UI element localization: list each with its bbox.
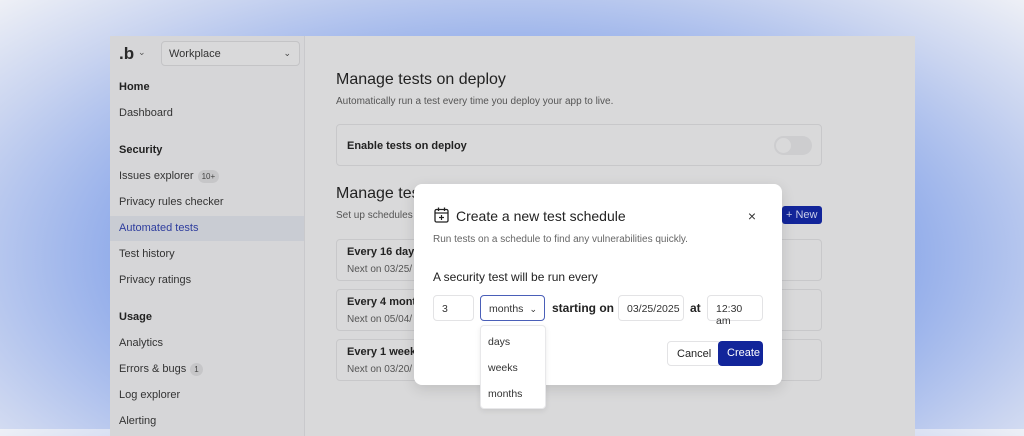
item-label: Automated tests xyxy=(119,222,199,234)
item-label: Test history xyxy=(119,248,175,260)
item-label: Privacy rules checker xyxy=(119,196,224,208)
modal-subtitle: Run tests on a schedule to find any vuln… xyxy=(433,234,688,245)
sidebar-item-dashboard[interactable]: Dashboard xyxy=(110,101,304,126)
time-input[interactable]: 12:30 am xyxy=(707,295,763,327)
section-home: Home xyxy=(119,81,150,93)
count-badge: 10+ xyxy=(197,170,220,183)
section-usage: Usage xyxy=(119,311,153,323)
unit-value: months xyxy=(489,303,524,315)
sidebar: .b ⌄ Workplace ⌄ Home Dashboard Security … xyxy=(110,36,305,436)
schedules-subtitle: Set up schedules xyxy=(336,210,413,221)
deploy-subtitle: Automatically run a test every time you … xyxy=(336,96,614,107)
schedule-next: Next on 05/04/ xyxy=(347,314,413,325)
section-security: Security xyxy=(119,144,163,156)
workspace-select[interactable]: Workplace ⌄ xyxy=(161,41,300,66)
schedule-title: Every 4 month xyxy=(347,296,423,308)
deploy-title: Manage tests on deploy xyxy=(336,71,506,88)
sidebar-item-errors-bugs[interactable]: Errors & bugs 1 xyxy=(110,357,304,382)
unit-select[interactable]: months ⌄ xyxy=(480,295,545,321)
count-badge: 1 xyxy=(190,363,203,376)
sidebar-item-test-history[interactable]: Test history xyxy=(110,242,304,267)
sidebar-item-issues-explorer[interactable]: Issues explorer 10+ xyxy=(110,164,304,189)
toggle-label: Enable tests on deploy xyxy=(347,140,467,152)
option-weeks[interactable]: weeks xyxy=(488,362,518,374)
new-schedule-button[interactable]: + New xyxy=(782,206,822,224)
sidebar-item-automated-tests[interactable]: Automated tests xyxy=(110,216,304,241)
schedule-title: Every 16 days xyxy=(347,246,421,258)
sidebar-item-privacy-ratings[interactable]: Privacy ratings xyxy=(110,268,304,293)
create-button[interactable]: Create xyxy=(718,341,763,366)
modal-title: Create a new test schedule xyxy=(456,208,626,224)
schedules-title: Manage tes xyxy=(336,185,420,202)
unit-dropdown-menu: days weeks months xyxy=(480,325,546,409)
at-label: at xyxy=(690,301,701,315)
calendar-plus-icon xyxy=(434,207,449,223)
item-label: Dashboard xyxy=(119,107,173,119)
item-label: Issues explorer xyxy=(119,170,194,182)
item-label: Errors & bugs xyxy=(119,363,187,375)
schedule-lead-text: A security test will be run every xyxy=(433,270,598,284)
item-label: Privacy ratings xyxy=(119,274,192,286)
close-icon[interactable]: × xyxy=(748,208,756,224)
deploy-toggle-card: Enable tests on deploy xyxy=(336,124,822,166)
schedule-next: Next on 03/25/ xyxy=(347,264,413,275)
sidebar-item-log-explorer[interactable]: Log explorer xyxy=(110,383,304,408)
item-label: Alerting xyxy=(119,415,157,427)
sidebar-item-alerting[interactable]: Alerting xyxy=(110,409,304,434)
sidebar-item-analytics[interactable]: Analytics xyxy=(110,331,304,356)
chevron-down-icon: ⌄ xyxy=(283,48,291,58)
option-months[interactable]: months xyxy=(488,388,522,400)
schedule-next: Next on 03/20/ xyxy=(347,364,413,375)
item-label: Analytics xyxy=(119,337,164,349)
item-label: Log explorer xyxy=(119,389,181,401)
chevron-down-icon: ⌄ xyxy=(529,304,537,314)
cancel-button[interactable]: Cancel xyxy=(667,341,722,366)
starting-on-label: starting on xyxy=(552,301,614,315)
option-days[interactable]: days xyxy=(488,336,510,348)
create-schedule-modal: Create a new test schedule × Run tests o… xyxy=(414,184,782,385)
start-date-input[interactable]: 03/25/2025 xyxy=(618,295,684,321)
interval-input[interactable]: 3 xyxy=(433,295,474,321)
logo[interactable]: .b xyxy=(119,44,134,64)
sidebar-item-privacy-rules-checker[interactable]: Privacy rules checker xyxy=(110,190,304,215)
schedule-title: Every 1 week xyxy=(347,346,417,358)
chevron-down-icon[interactable]: ⌄ xyxy=(138,47,146,58)
enable-deploy-toggle[interactable] xyxy=(774,136,812,155)
workspace-label: Workplace xyxy=(169,48,221,60)
